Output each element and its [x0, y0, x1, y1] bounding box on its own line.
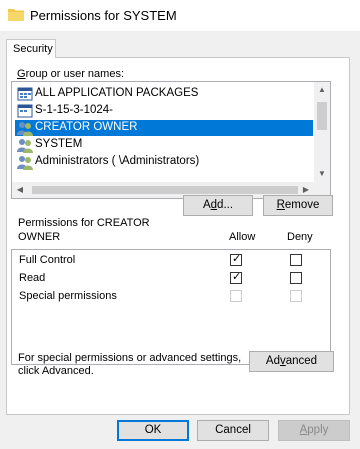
scroll-left-icon[interactable]: ◀	[12, 182, 28, 198]
permissions-list: Full Control ✓ Read ✓ Special permission…	[11, 249, 331, 365]
ok-button[interactable]: OK	[117, 420, 189, 441]
users-group-icon	[17, 122, 33, 136]
allow-column-header: Allow	[229, 231, 256, 243]
advanced-button[interactable]: Advanced	[249, 351, 334, 372]
permission-name: Special permissions	[19, 290, 117, 302]
remove-button[interactable]: Remove	[263, 195, 333, 216]
allow-checkbox-disabled	[230, 290, 242, 302]
checkmark-icon: ✓	[232, 253, 242, 265]
deny-column-header: Deny	[287, 231, 313, 243]
add-button[interactable]: Add...	[183, 195, 253, 216]
list-item-label: S-1-15-3-1024-	[35, 104, 113, 116]
checkmark-icon: ✓	[232, 271, 242, 283]
list-item[interactable]: ALL APPLICATION PACKAGES	[15, 86, 313, 102]
users-group-icon	[17, 139, 33, 153]
list-item-selected[interactable]: CREATOR OWNER	[15, 120, 313, 136]
window-title: Permissions for SYSTEM	[30, 8, 177, 23]
permission-name: Read	[19, 272, 46, 284]
list-item-label: Administrators ( \Administrators)	[35, 155, 200, 167]
group-names-label: Group or user names:	[17, 68, 124, 80]
permissions-heading-line1: Permissions for CREATOR	[18, 217, 150, 229]
cancel-button[interactable]: Cancel	[197, 420, 269, 441]
deny-checkbox[interactable]	[290, 272, 302, 284]
permissions-heading-line2: OWNER	[18, 231, 61, 243]
permission-row-special: Special permissions	[12, 288, 330, 306]
folder-icon	[8, 9, 24, 21]
permission-row-read: Read ✓	[12, 270, 330, 288]
list-item[interactable]: S-1-15-3-1024-	[15, 103, 313, 119]
list-item-label: CREATOR OWNER	[35, 121, 138, 133]
allow-checkbox[interactable]: ✓	[230, 271, 242, 284]
tab-security[interactable]: Security	[6, 39, 56, 58]
vertical-scroll-thumb[interactable]	[317, 102, 327, 130]
scroll-up-icon[interactable]: ▲	[314, 82, 330, 98]
list-item[interactable]: SYSTEM	[15, 137, 313, 153]
vertical-scrollbar[interactable]: ▲ ▼	[314, 82, 330, 182]
group-user-listbox[interactable]: ALL APPLICATION PACKAGES S-1-15-3-1024- …	[11, 81, 331, 199]
allow-checkbox[interactable]: ✓	[230, 253, 242, 266]
list-item-label: ALL APPLICATION PACKAGES	[35, 87, 199, 99]
tab-label: Security	[13, 43, 53, 55]
apply-button: Apply	[278, 420, 350, 441]
users-group-icon	[17, 156, 33, 170]
app-packages-icon	[17, 87, 33, 101]
capability-sid-icon	[17, 104, 33, 118]
deny-checkbox[interactable]	[290, 254, 302, 266]
deny-checkbox-disabled	[290, 290, 302, 302]
advanced-hint-line1: For special permissions or advanced sett…	[18, 352, 242, 364]
list-item-label: SYSTEM	[35, 138, 83, 150]
permission-row-full-control: Full Control ✓	[12, 252, 330, 270]
advanced-hint-line2: click Advanced.	[18, 365, 94, 377]
scroll-down-icon[interactable]: ▼	[314, 166, 330, 182]
horizontal-scroll-thumb[interactable]	[32, 186, 298, 194]
permission-name: Full Control	[19, 254, 76, 266]
list-item[interactable]: Administrators ( \Administrators)	[15, 154, 313, 170]
dialog-client-area: Security Group or user names: ALL APPLIC…	[0, 31, 360, 449]
title-bar: Permissions for SYSTEM	[0, 0, 360, 31]
